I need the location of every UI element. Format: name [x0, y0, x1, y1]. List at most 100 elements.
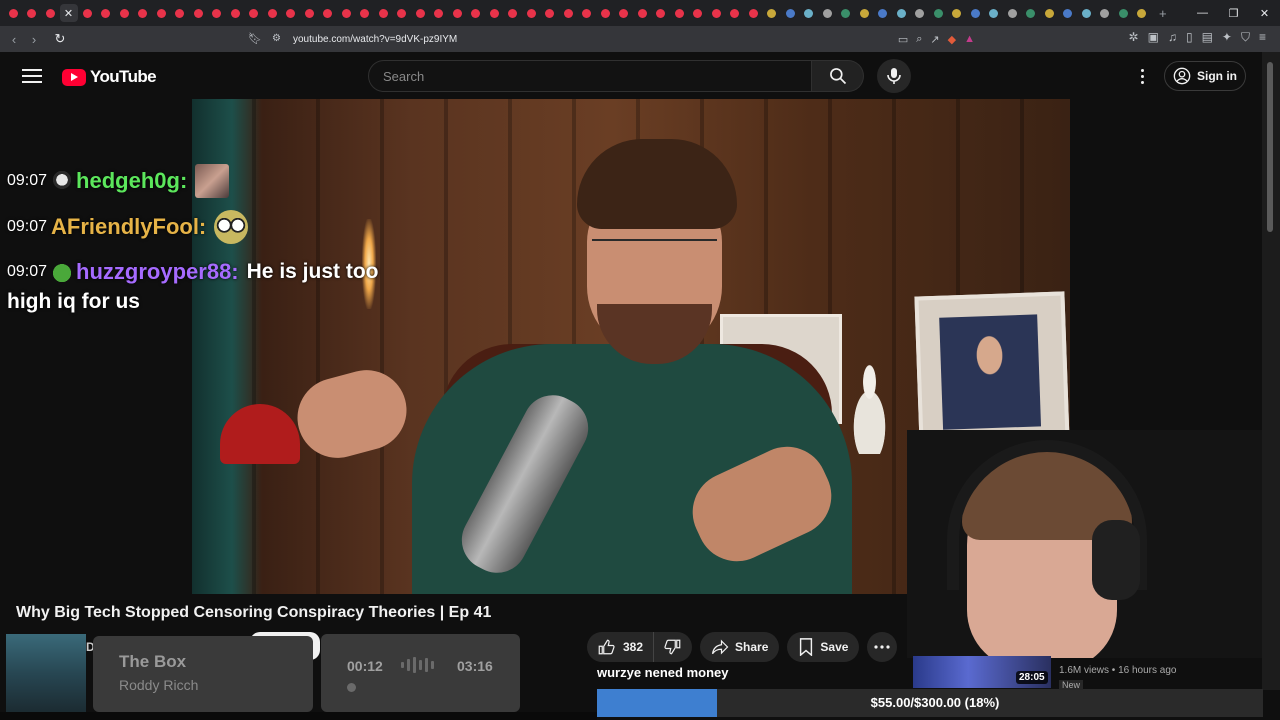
tab[interactable] [911, 4, 929, 22]
tab[interactable] [152, 4, 170, 22]
tab[interactable] [171, 4, 189, 22]
tab[interactable] [97, 4, 115, 22]
site-info-icon[interactable]: ⚙︎ [272, 33, 281, 44]
share-page-icon[interactable]: ↗ [930, 33, 939, 46]
screen-icon[interactable]: ▭ [898, 33, 908, 46]
url-text[interactable]: youtube.com/watch?v=9dVK-pz9IYM [293, 34, 457, 45]
tab[interactable] [522, 4, 540, 22]
tab[interactable] [1040, 4, 1058, 22]
tab[interactable] [485, 4, 503, 22]
scroll-thumb[interactable] [1267, 62, 1273, 232]
tab[interactable] [966, 4, 984, 22]
tab-active[interactable]: ✕ [59, 4, 78, 22]
search-button[interactable] [812, 60, 864, 92]
voice-search-button[interactable] [877, 59, 911, 93]
tab[interactable] [41, 4, 59, 22]
bookmark-icon[interactable]: 🔖︎ [248, 32, 262, 45]
tab[interactable] [689, 4, 707, 22]
tab[interactable] [263, 4, 281, 22]
tab[interactable] [707, 4, 725, 22]
tab[interactable] [726, 4, 744, 22]
tab[interactable] [448, 4, 466, 22]
dislike-button[interactable] [654, 632, 692, 662]
tab[interactable] [892, 4, 910, 22]
tab[interactable] [1059, 4, 1077, 22]
tab[interactable] [1003, 4, 1021, 22]
tab[interactable] [800, 4, 818, 22]
tab[interactable] [189, 4, 207, 22]
menu-icon[interactable]: ≡ [1259, 30, 1266, 45]
address-bar[interactable]: 🔖︎ ⚙︎ youtube.com/watch?v=9dVK-pz9IYM ▭ … [240, 29, 985, 49]
back-icon[interactable]: ‹ [4, 32, 24, 47]
tab[interactable] [985, 4, 1003, 22]
search-input[interactable] [368, 60, 812, 92]
tab[interactable] [855, 4, 873, 22]
more-actions-button[interactable] [867, 632, 898, 662]
tab[interactable] [763, 4, 781, 22]
tab[interactable] [393, 4, 411, 22]
forward-icon[interactable]: › [24, 32, 44, 47]
tab[interactable] [245, 4, 263, 22]
tab[interactable] [818, 4, 836, 22]
tab[interactable] [670, 4, 688, 22]
tab-search-icon[interactable]: ▣ [1148, 30, 1159, 45]
zoom-icon[interactable]: ⌕ [916, 33, 922, 46]
tab[interactable] [633, 4, 651, 22]
tab[interactable] [319, 4, 337, 22]
settings-more-icon[interactable] [1132, 66, 1152, 86]
new-tab-button[interactable]: + [1159, 6, 1167, 21]
reload-icon[interactable]: ↻ [50, 31, 70, 47]
tab[interactable] [1114, 4, 1132, 22]
tab[interactable] [615, 4, 633, 22]
leo-icon[interactable]: ✦ [1222, 30, 1232, 45]
tab[interactable] [929, 4, 947, 22]
tab[interactable] [337, 4, 355, 22]
page-scrollbar[interactable] [1262, 52, 1280, 690]
sidebar-icon[interactable]: ▯ [1186, 30, 1193, 45]
tab[interactable] [78, 4, 96, 22]
tab[interactable] [948, 4, 966, 22]
close-window-icon[interactable]: ✕ [1249, 0, 1280, 26]
music-icon[interactable]: ♫ [1168, 30, 1177, 45]
tab[interactable] [1096, 4, 1114, 22]
tab[interactable] [596, 4, 614, 22]
tab[interactable] [300, 4, 318, 22]
tab[interactable] [23, 4, 41, 22]
guide-menu-icon[interactable] [22, 66, 42, 84]
tab[interactable] [356, 4, 374, 22]
rewards-icon[interactable]: ▲ [964, 33, 975, 46]
minimize-icon[interactable]: — [1187, 0, 1218, 26]
save-button[interactable]: Save [787, 632, 860, 662]
extensions-icon[interactable]: ✲ [1129, 30, 1139, 45]
tab[interactable] [541, 4, 559, 22]
tab[interactable] [134, 4, 152, 22]
tab[interactable] [578, 4, 596, 22]
tab[interactable] [1133, 4, 1151, 22]
tab[interactable] [559, 4, 577, 22]
vpn-icon[interactable]: ⛉ [1241, 30, 1250, 45]
brave-shield-icon[interactable]: ◆ [948, 33, 956, 46]
tab[interactable] [1077, 4, 1095, 22]
tab[interactable] [504, 4, 522, 22]
tab[interactable] [652, 4, 670, 22]
youtube-logo[interactable]: YouTube [62, 67, 157, 87]
tab[interactable] [467, 4, 485, 22]
tab[interactable] [115, 4, 133, 22]
tab[interactable] [744, 4, 762, 22]
tab[interactable] [837, 4, 855, 22]
tab[interactable] [208, 4, 226, 22]
tab[interactable] [226, 4, 244, 22]
tab[interactable] [282, 4, 300, 22]
restore-icon[interactable]: ❐ [1218, 0, 1249, 26]
sign-in-button[interactable]: Sign in [1164, 61, 1246, 91]
tab[interactable] [411, 4, 429, 22]
tab[interactable] [874, 4, 892, 22]
share-button[interactable]: Share [700, 632, 780, 662]
tab[interactable] [4, 4, 22, 22]
wallet-icon[interactable]: ▤ [1202, 30, 1213, 45]
tab[interactable] [1022, 4, 1040, 22]
like-button[interactable]: 382 [587, 632, 655, 662]
tab[interactable] [781, 4, 799, 22]
tab[interactable] [430, 4, 448, 22]
tab[interactable] [374, 4, 392, 22]
